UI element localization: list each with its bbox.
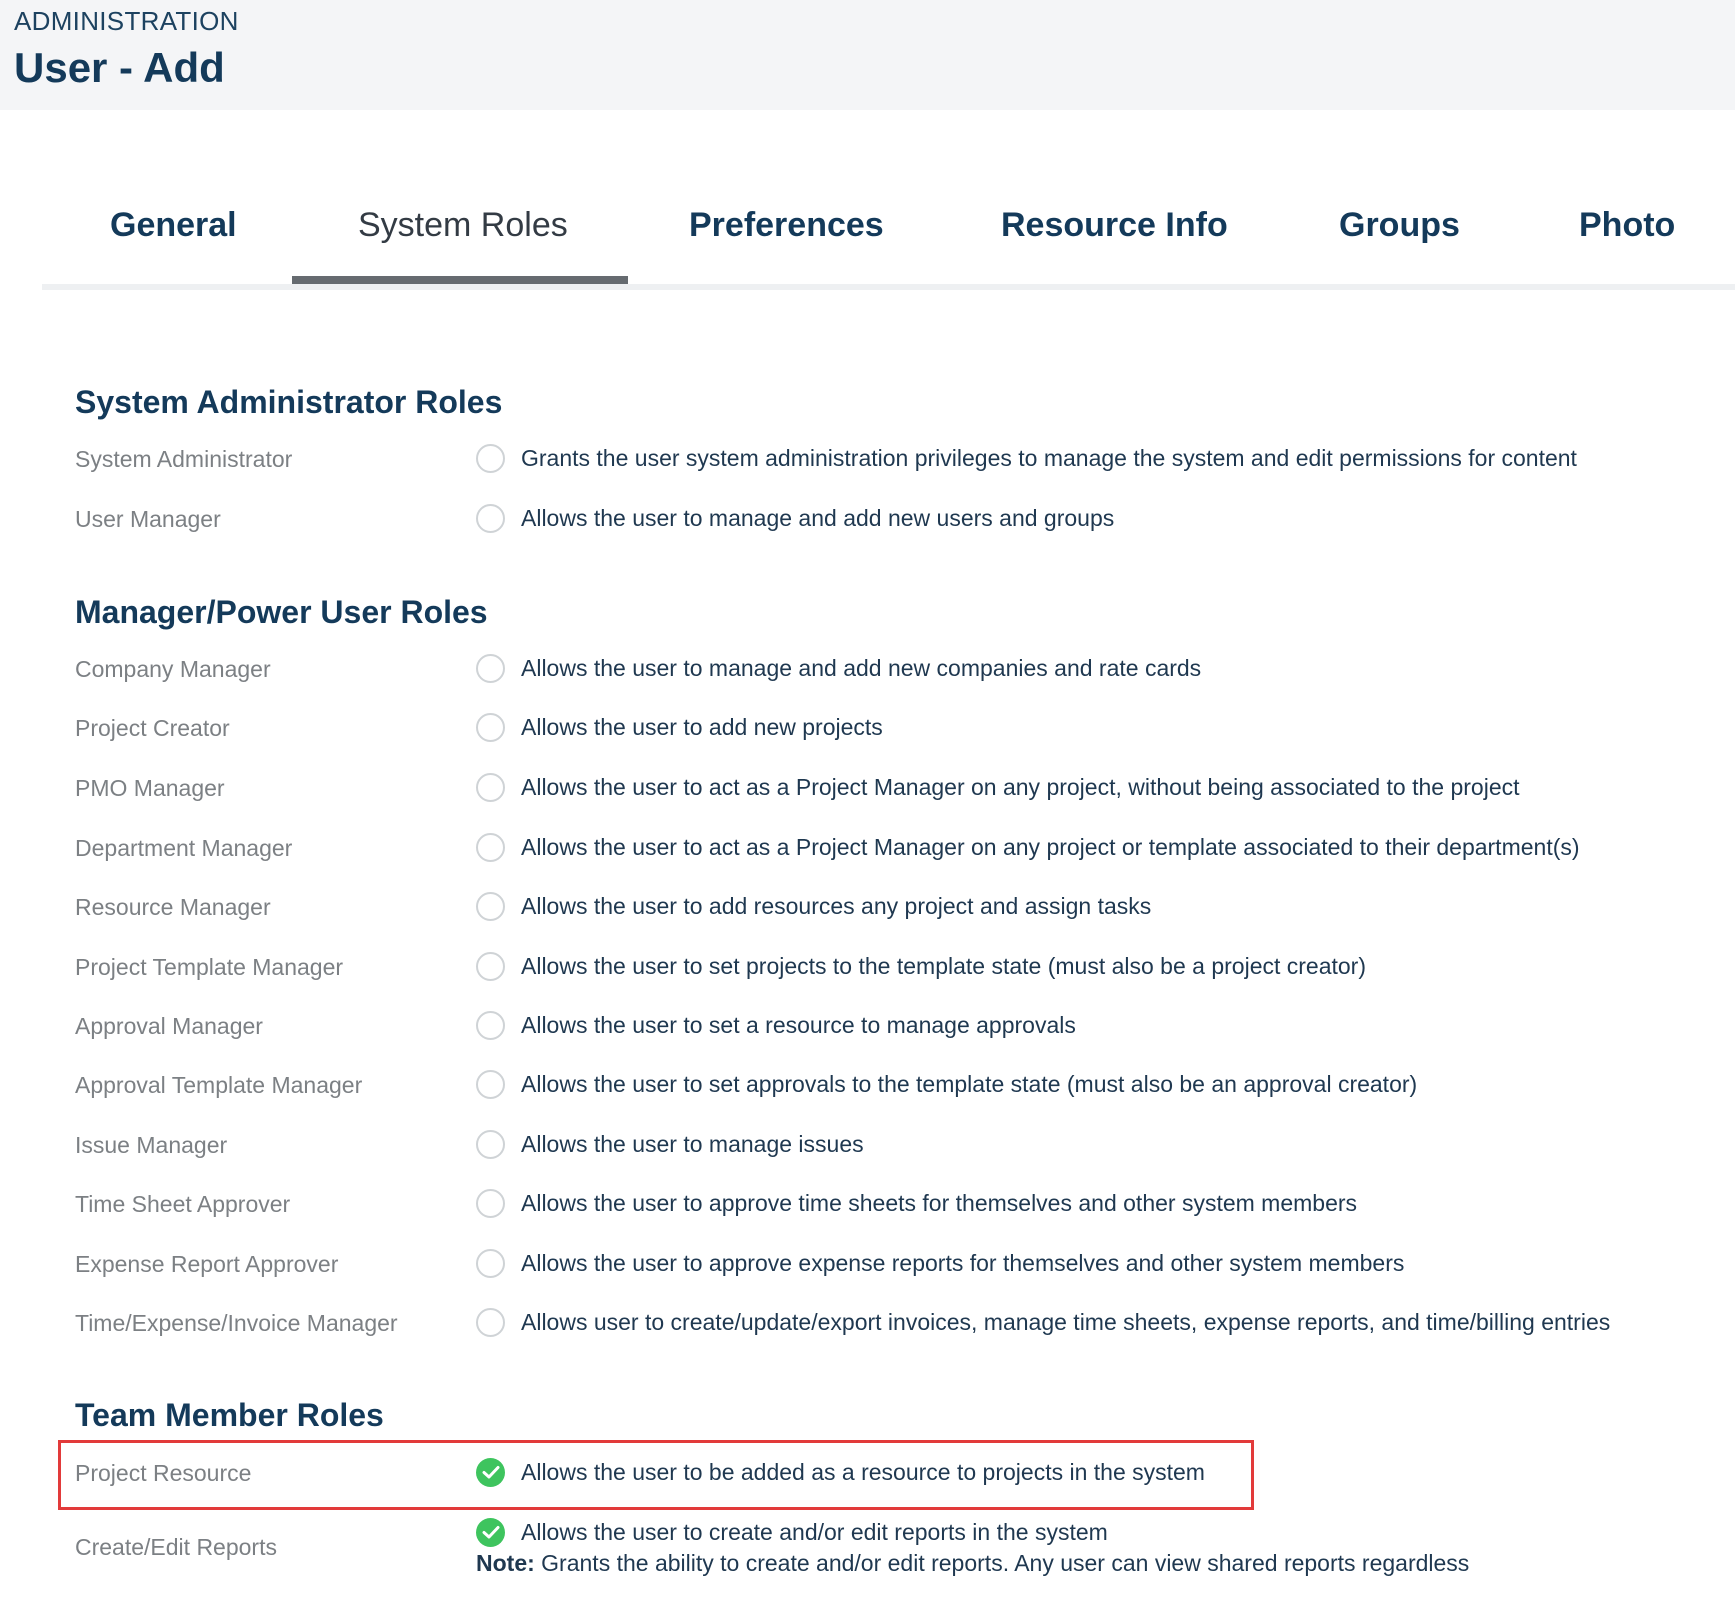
role-row-time-sheet-approver: Time Sheet Approver Allows the user to a… [0,1181,1735,1231]
tab-system-roles[interactable]: System Roles [358,206,568,245]
role-row-pmo-manager: PMO Manager Allows the user to act as a … [0,765,1735,815]
role-row-project-resource: Project Resource Allows the user to be a… [0,1450,1735,1500]
role-label: Expense Report Approver [75,1251,339,1277]
role-label: PMO Manager [75,775,225,801]
tab-bar-divider [42,284,1735,290]
role-label: Project Creator [75,715,230,741]
role-description: Allows the user to add new projects [521,714,883,740]
role-radio[interactable] [476,713,505,742]
role-description: Allows the user to approve expense repor… [521,1250,1405,1276]
role-description: Allows the user to act as a Project Mana… [521,774,1520,800]
role-label: System Administrator [75,446,293,472]
role-description: Allows the user to set projects to the t… [521,953,1367,979]
role-row-system-administrator: System Administrator Grants the user sys… [0,436,1735,486]
role-description: Allows the user to manage issues [521,1131,864,1157]
section-title-manager: Manager/Power User Roles [75,594,488,630]
tab-photo[interactable]: Photo [1579,206,1675,245]
role-description: Allows user to create/update/export invo… [521,1309,1611,1335]
role-row-expense-report-approver: Expense Report Approver Allows the user … [0,1241,1735,1291]
role-label: Department Manager [75,835,293,861]
role-description: Allows the user to set approvals to the … [521,1071,1418,1097]
role-radio[interactable] [476,1070,505,1099]
note-label: Note: [476,1550,535,1576]
role-row-create-edit-reports: Create/Edit Reports Allows the user to c… [0,1510,1735,1590]
role-radio-checked[interactable] [476,1518,505,1547]
role-label: Time/Expense/Invoice Manager [75,1310,398,1336]
role-radio[interactable] [476,444,505,473]
role-row-approval-manager: Approval Manager Allows the user to set … [0,1003,1735,1053]
role-label: Create/Edit Reports [75,1534,277,1560]
role-radio[interactable] [476,773,505,802]
role-radio[interactable] [476,1011,505,1040]
role-radio-checked[interactable] [476,1458,505,1487]
role-radio[interactable] [476,1189,505,1218]
role-radio[interactable] [476,1130,505,1159]
role-label: Approval Manager [75,1013,263,1039]
role-row-project-creator: Project Creator Allows the user to add n… [0,705,1735,755]
active-tab-indicator [292,276,628,284]
role-row-user-manager: User Manager Allows the user to manage a… [0,496,1735,546]
role-row-company-manager: Company Manager Allows the user to manag… [0,646,1735,696]
role-row-time-expense-invoice-manager: Time/Expense/Invoice Manager Allows user… [0,1300,1735,1350]
role-description: Allows the user to create and/or edit re… [521,1519,1108,1545]
role-label: Project Template Manager [75,954,344,980]
check-icon [482,1526,500,1539]
role-radio[interactable] [476,1249,505,1278]
role-label: Time Sheet Approver [75,1191,291,1217]
role-radio[interactable] [476,654,505,683]
section-title-team: Team Member Roles [75,1397,384,1433]
tab-resource-info[interactable]: Resource Info [1001,206,1228,245]
role-radio[interactable] [476,833,505,862]
role-description: Allows the user to act as a Project Mana… [521,834,1580,860]
tab-groups[interactable]: Groups [1339,206,1460,245]
role-description: Allows the user to approve time sheets f… [521,1190,1358,1216]
role-description: Allows the user to manage and add new co… [521,655,1202,681]
role-label: Issue Manager [75,1132,228,1158]
role-label: Resource Manager [75,894,271,920]
role-radio[interactable] [476,1308,505,1337]
role-description: Allows the user to manage and add new us… [521,505,1115,531]
role-label: Approval Template Manager [75,1072,363,1098]
role-row-project-template-manager: Project Template Manager Allows the user… [0,944,1735,994]
check-icon [482,1466,500,1479]
role-description: Allows the user to add resources any pro… [521,893,1152,919]
tab-preferences[interactable]: Preferences [689,206,884,245]
tab-bar: General System Roles Preferences Resourc… [42,170,1735,294]
section-title-admin: System Administrator Roles [75,384,503,420]
role-label: User Manager [75,506,221,532]
breadcrumb: ADMINISTRATION [14,6,239,36]
role-row-resource-manager: Resource Manager Allows the user to add … [0,884,1735,934]
page-header: ADMINISTRATION User - Add [0,0,1735,110]
role-radio[interactable] [476,504,505,533]
role-row-approval-template-manager: Approval Template Manager Allows the use… [0,1062,1735,1112]
note-text: Grants the ability to create and/or edit… [534,1550,1470,1576]
tab-general[interactable]: General [110,206,237,245]
role-radio[interactable] [476,952,505,981]
role-description: Allows the user to be added as a resourc… [521,1459,1205,1485]
role-description: Grants the user system administration pr… [521,445,1577,471]
role-description: Allows the user to set a resource to man… [521,1012,1076,1038]
role-label: Project Resource [75,1460,252,1486]
role-row-issue-manager: Issue Manager Allows the user to manage … [0,1122,1735,1172]
role-label: Company Manager [75,656,271,682]
page-title: User - Add [14,44,225,91]
role-row-department-manager: Department Manager Allows the user to ac… [0,825,1735,875]
role-note: Note: Grants the ability to create and/o… [476,1550,1469,1577]
role-radio[interactable] [476,892,505,921]
